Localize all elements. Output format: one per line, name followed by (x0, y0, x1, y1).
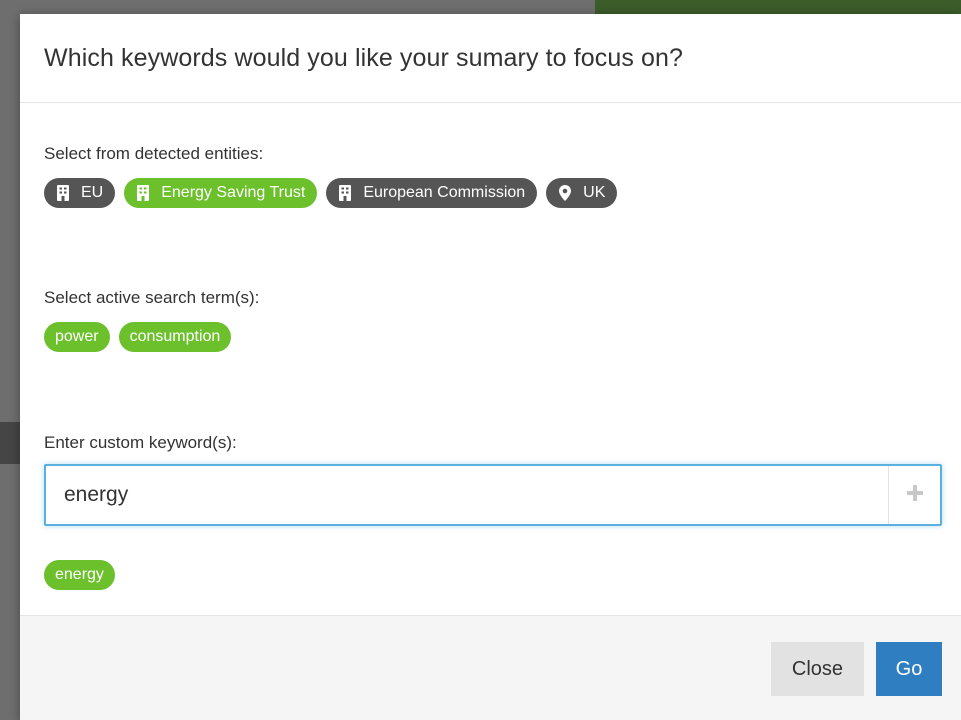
keyword-modal: Which keywords would you like your sumar… (20, 14, 961, 720)
search-term-pill-consumption[interactable]: consumption (118, 322, 232, 352)
background-header-bar (595, 0, 961, 14)
entity-pill-label: European Commission (363, 184, 526, 201)
entity-pill-european-commission[interactable]: European Commission (326, 178, 538, 208)
entity-pill-energy-saving-trust[interactable]: Energy Saving Trust (124, 178, 318, 208)
search-terms-list: power consumption (44, 322, 232, 352)
entities-label: Select from detected entities: (44, 144, 264, 163)
entities-list: EU Energy Saving Trust European Commissi… (44, 178, 618, 208)
entity-pill-label: Energy Saving Trust (161, 184, 306, 201)
custom-keyword-input[interactable] (46, 466, 888, 524)
custom-keyword-pill[interactable]: energy (44, 560, 115, 590)
entity-pill-label: EU (81, 184, 104, 201)
add-keyword-button[interactable] (888, 466, 940, 524)
plus-icon (906, 484, 924, 507)
entity-pill-label: UK (583, 184, 606, 201)
go-button[interactable]: Go (876, 642, 942, 696)
background-bar (0, 422, 20, 464)
modal-header: Which keywords would you like your sumar… (20, 14, 961, 103)
building-icon (56, 185, 70, 201)
search-terms-label: Select active search term(s): (44, 288, 260, 307)
custom-keywords-list: energy (44, 560, 115, 590)
building-icon (136, 185, 150, 201)
building-icon (338, 185, 352, 201)
modal-body: Select from detected entities: EU Energy… (20, 103, 961, 616)
modal-footer: Close Go (20, 615, 961, 720)
search-term-pill-power[interactable]: power (44, 322, 110, 352)
close-button[interactable]: Close (771, 642, 864, 696)
entity-pill-uk[interactable]: UK (546, 178, 618, 208)
map-marker-icon (558, 185, 572, 201)
custom-keywords-label: Enter custom keyword(s): (44, 433, 237, 452)
custom-keyword-field (44, 464, 942, 526)
modal-title: Which keywords would you like your sumar… (44, 43, 684, 72)
entity-pill-eu[interactable]: EU (44, 178, 116, 208)
